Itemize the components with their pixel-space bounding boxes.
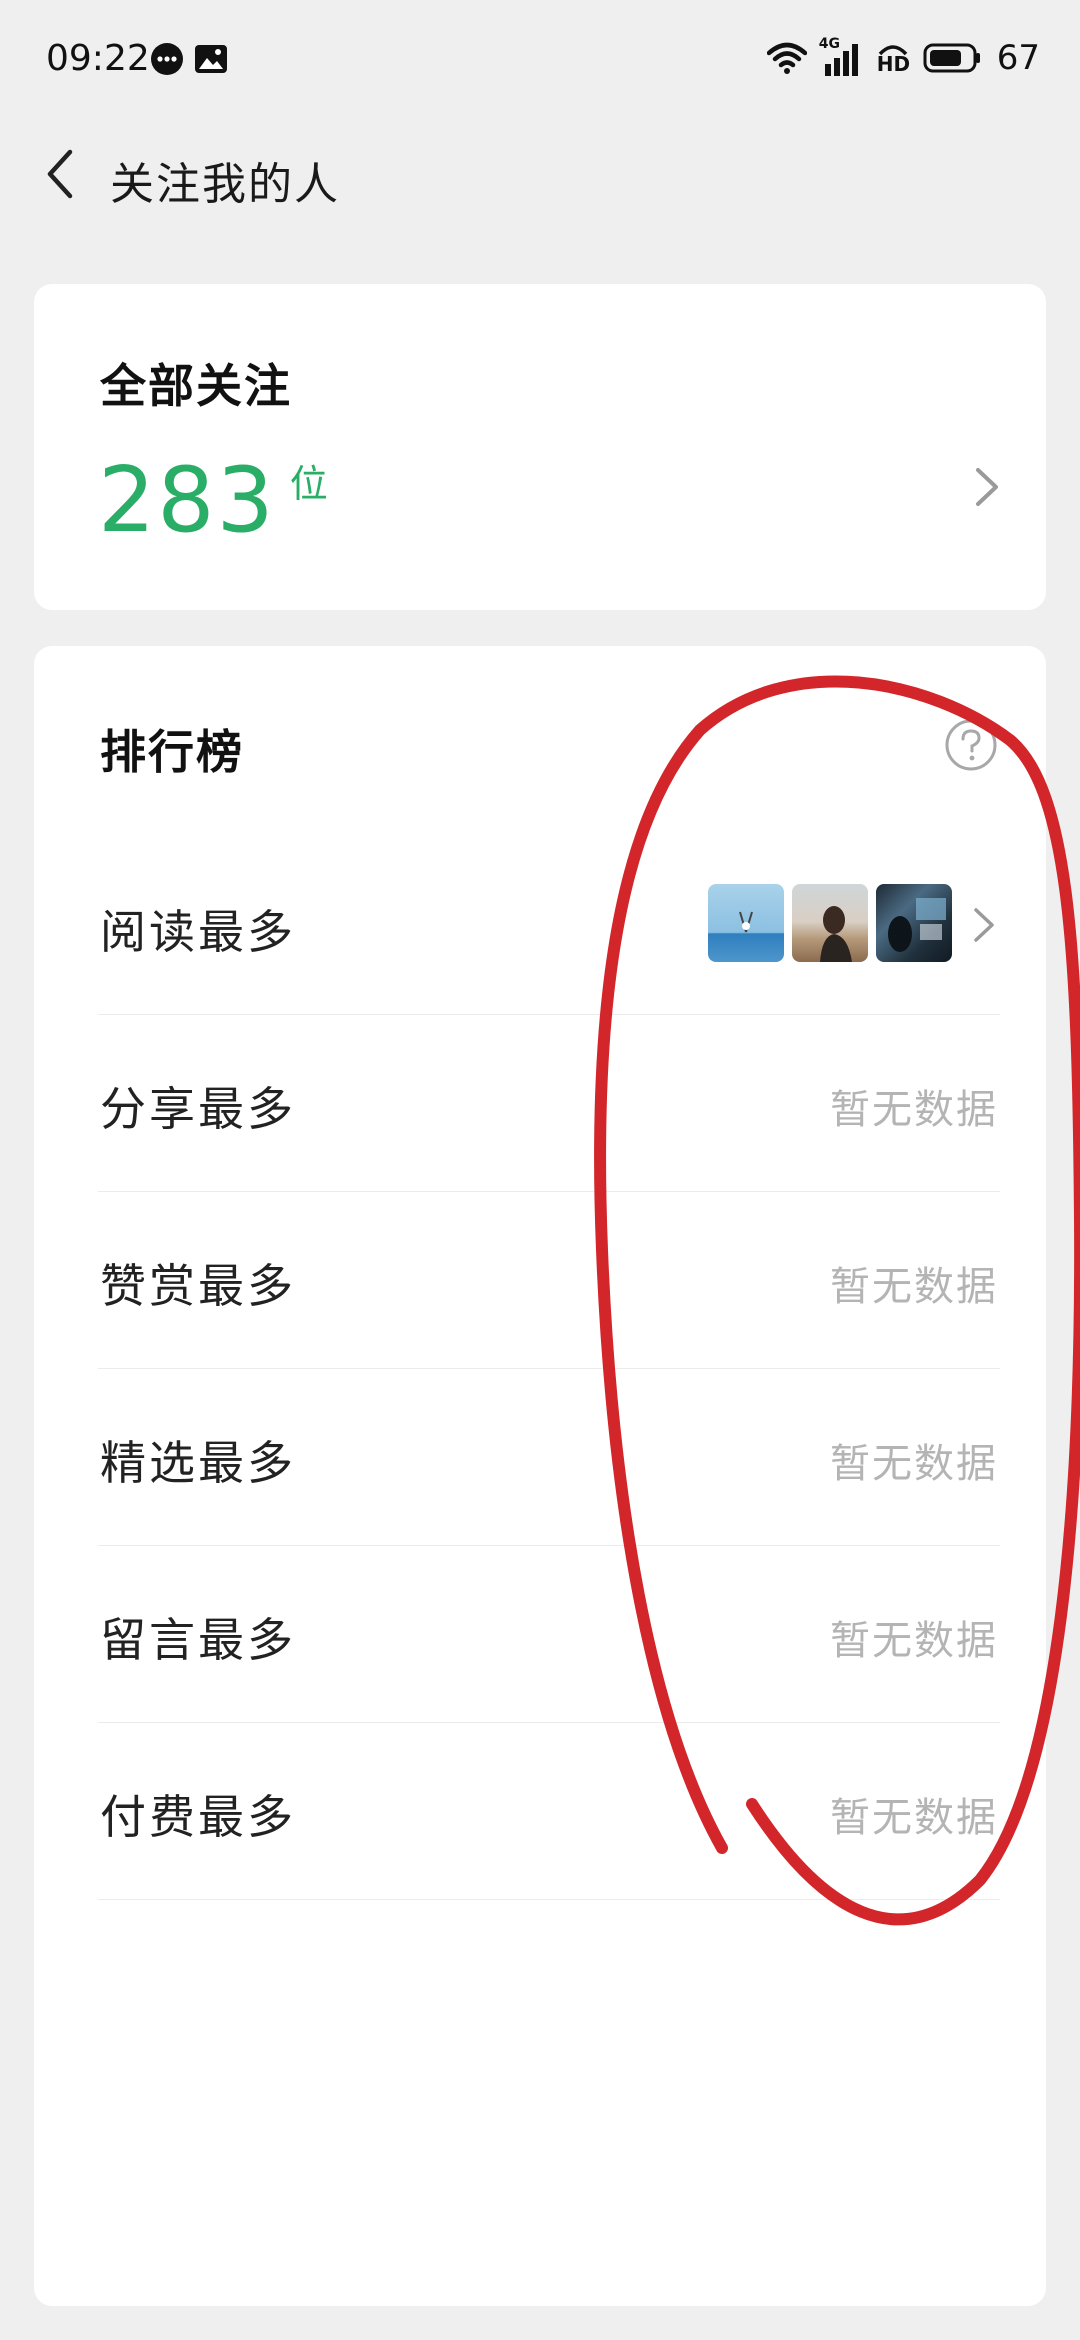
follower-count-unit: 位 <box>289 462 328 506</box>
no-data-text: 暂无数据 <box>830 1087 998 1133</box>
status-time: 09:22 <box>46 38 150 79</box>
ranking-row-label: 分享最多 <box>100 1082 296 1136</box>
page-title: 关注我的人 <box>110 159 340 210</box>
all-followers-label: 全部关注 <box>100 359 292 413</box>
question-circle-icon[interactable] <box>944 718 998 772</box>
ranking-row-label: 阅读最多 <box>100 905 296 959</box>
reader-avatar-2 <box>792 884 868 962</box>
ranking-row-most-paid[interactable]: 付费最多 暂无数据 <box>98 1723 1000 1900</box>
battery-icon <box>923 43 980 73</box>
status-bar: 09:22 4G HD 67 <box>0 0 1080 120</box>
ranking-row-most-comments[interactable]: 留言最多 暂无数据 <box>98 1546 1000 1723</box>
chevron-right-icon <box>974 908 994 942</box>
battery-level: 67 <box>996 38 1040 78</box>
ranking-row-label: 留言最多 <box>100 1613 296 1667</box>
chevron-left-icon <box>47 149 73 199</box>
no-data-text: 暂无数据 <box>830 1264 998 1310</box>
follower-count: 283 位 <box>98 456 328 546</box>
no-data-text: 暂无数据 <box>830 1795 998 1841</box>
no-data-text: 暂无数据 <box>830 1441 998 1487</box>
ranking-row-most-tipped[interactable]: 赞赏最多 暂无数据 <box>98 1192 1000 1369</box>
reader-avatar-1 <box>708 884 784 962</box>
back-button[interactable] <box>30 144 90 204</box>
ranking-row-label: 付费最多 <box>100 1790 296 1844</box>
top-reader-avatars <box>708 884 952 962</box>
ranking-row-most-shared[interactable]: 分享最多 暂无数据 <box>98 1015 1000 1192</box>
message-bubble-icon <box>151 43 183 75</box>
ranking-row-most-featured[interactable]: 精选最多 暂无数据 <box>98 1369 1000 1546</box>
ranking-card: 排行榜 阅读最多 分享最多 暂无数据 赞赏最多 暂无数据 精选最多 暂无数据 留… <box>34 646 1046 2306</box>
signal-icon: 4G <box>819 36 863 76</box>
status-indicators: 4G HD 67 <box>766 36 1040 80</box>
follower-count-value: 283 <box>98 448 276 553</box>
ranking-list: 阅读最多 分享最多 暂无数据 赞赏最多 暂无数据 精选最多 暂无数据 留言最多 … <box>98 838 1000 1900</box>
chevron-right-icon <box>976 468 998 506</box>
ranking-title: 排行榜 <box>100 725 244 779</box>
hd-label: HD <box>876 52 911 76</box>
header: 关注我的人 <box>0 120 1080 230</box>
no-data-text: 暂无数据 <box>830 1618 998 1664</box>
reader-avatar-3 <box>876 884 952 962</box>
ranking-row-most-read[interactable]: 阅读最多 <box>98 838 1000 1015</box>
ranking-row-label: 精选最多 <box>100 1436 296 1490</box>
ranking-row-label: 赞赏最多 <box>100 1259 296 1313</box>
image-icon <box>195 45 227 73</box>
all-followers-card[interactable]: 全部关注 283 位 <box>34 284 1046 610</box>
hd-voice-icon: HD <box>875 40 911 76</box>
wifi-icon <box>766 42 807 74</box>
